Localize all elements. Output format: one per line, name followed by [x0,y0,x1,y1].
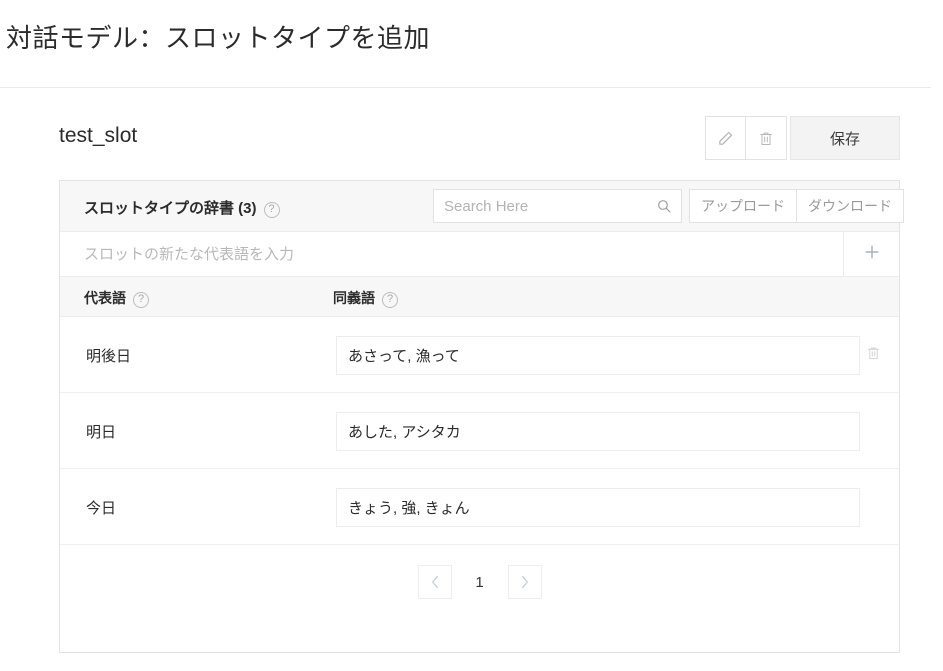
column-header-synonyms: 同義語 [333,290,375,306]
pencil-icon [717,130,734,147]
row-term: 明日 [86,424,117,441]
table-row: 明後日 [60,317,899,393]
title-divider [0,87,931,88]
row-synonyms-input[interactable] [336,336,860,375]
dictionary-panel: スロットタイプの辞書 (3)? アップロード ダウンロード [59,180,904,653]
page-root: 対話モデル：スロットタイプを追加 test_slot 保存 スロットタイプの辞書… [0,0,943,671]
row-delete-button[interactable] [861,343,885,367]
edit-slot-button[interactable] [705,116,746,160]
slot-header: test_slot 保存 [59,116,900,161]
delete-slot-button[interactable] [746,116,787,160]
trash-icon [866,345,881,366]
dictionary-help-icon[interactable]: ? [263,201,280,218]
search-icon[interactable] [656,198,672,219]
save-button[interactable]: 保存 [790,116,900,160]
column-header-term: 代表語 [84,290,126,306]
pagination-current-page[interactable]: 1 [474,574,486,591]
add-entry-button[interactable] [843,232,899,276]
page-title: 対話モデル：スロットタイプを追加 [6,23,431,53]
trash-icon [758,130,774,147]
dictionary-title-wrap: スロットタイプの辞書 (3)? [84,197,280,218]
pagination-prev-button[interactable] [417,565,452,599]
slot-name: test_slot [59,124,138,147]
chevron-right-icon [521,575,528,589]
column-header-synonyms-wrap: 同義語? [333,288,398,308]
table-row: 明日 [60,393,899,469]
column-header-row: 代表語? 同義語? [60,277,899,317]
new-entry-row [60,232,899,277]
upload-button[interactable]: アップロード [689,189,797,223]
row-synonyms-input[interactable] [336,488,860,527]
download-button[interactable]: ダウンロード [797,189,904,223]
column-header-term-wrap: 代表語? [84,288,149,308]
search-input[interactable] [434,190,649,222]
upload-download-group: アップロード ダウンロード [689,189,904,223]
synonyms-help-icon[interactable]: ? [382,291,398,308]
row-term: 明後日 [86,348,132,365]
table-row: 今日 [60,469,899,545]
term-help-icon[interactable]: ? [133,291,149,308]
row-synonyms-input[interactable] [336,412,860,451]
dictionary-header-bar: スロットタイプの辞書 (3)? アップロード ダウンロード [60,181,904,232]
pagination: 1 [60,545,899,619]
pagination-next-button[interactable] [507,565,542,599]
plus-icon [862,242,882,267]
chevron-left-icon [431,575,438,589]
row-term: 今日 [86,500,117,517]
slot-action-buttons [705,116,787,160]
search-field-wrapper [433,189,682,223]
new-term-input[interactable] [60,232,843,276]
dictionary-title: スロットタイプの辞書 (3) [84,200,257,217]
